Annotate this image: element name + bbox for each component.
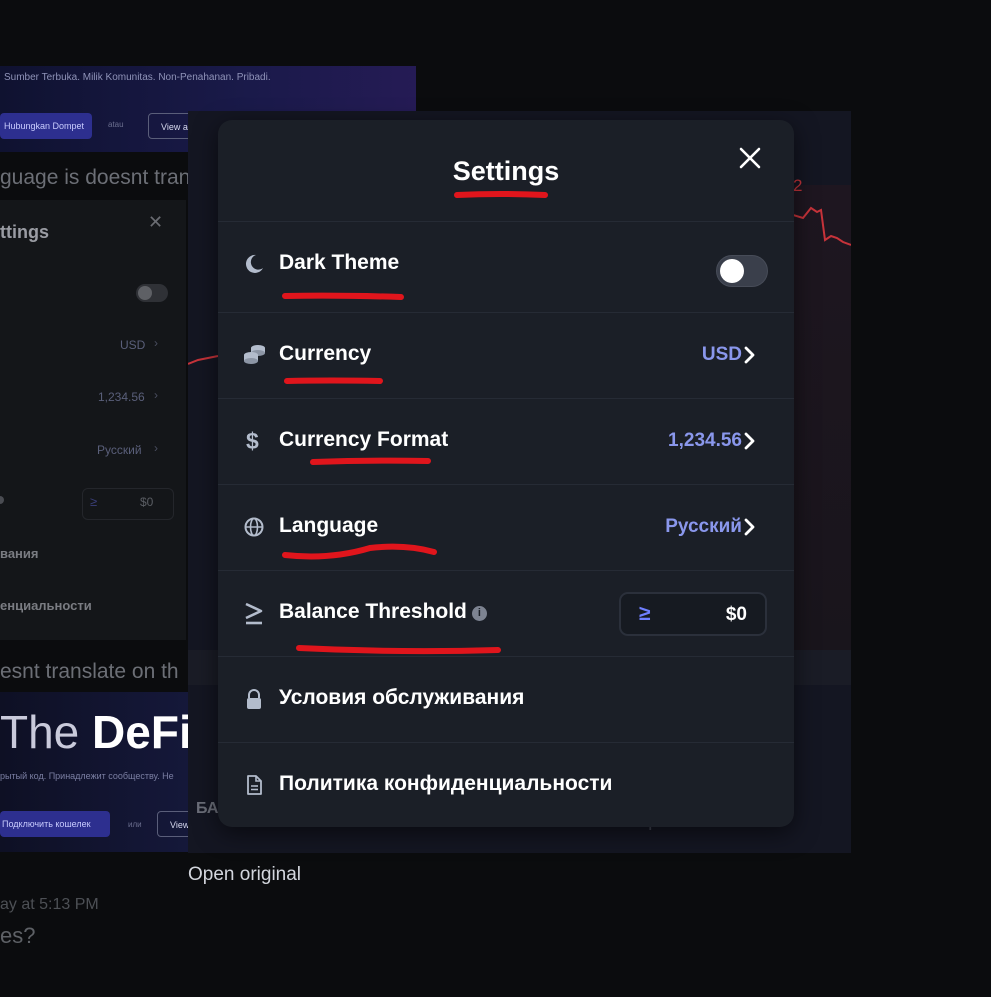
chevron-right-icon [743, 517, 757, 537]
top-bar [0, 0, 991, 62]
message-timestamp: ay at 5:13 PM [0, 896, 99, 913]
connect-wallet-button-ru[interactable]: Подключить кошелек [0, 811, 110, 837]
setting-row-dark-theme[interactable]: Dark Theme [218, 221, 794, 306]
greater-equal-icon [243, 602, 265, 625]
background-privacy: енциальности [0, 598, 92, 613]
setting-label: Dark Theme [279, 251, 400, 274]
background-terms: вания [0, 546, 39, 561]
background-format-value: 1,234.56 [98, 390, 145, 404]
setting-label: Language [279, 514, 379, 537]
globe-icon [243, 516, 265, 538]
currency-format-value: 1,234.56 [668, 430, 742, 451]
hero-title-light: The [0, 706, 93, 758]
settings-modal: Settings Dark Theme Currency USD $ Curre… [218, 120, 794, 827]
dollar-icon: $ [246, 428, 259, 454]
chat-message: esnt translate on th [0, 660, 179, 683]
background-chevron-icon: › [154, 441, 158, 455]
chat-message: es? [0, 923, 36, 948]
threshold-input[interactable]: ≥ $0 [619, 592, 767, 636]
preview-chart-line [793, 206, 851, 246]
document-icon [243, 774, 265, 796]
setting-row-terms[interactable]: Условия обслуживания [218, 656, 794, 741]
background-chevron-icon: › [154, 388, 158, 402]
background-settings-panel [0, 200, 186, 640]
modal-title: Settings [452, 156, 560, 186]
open-original-link[interactable]: Open original [188, 864, 301, 886]
chevron-right-icon [743, 431, 757, 451]
lock-icon [243, 688, 265, 710]
setting-label: Balance Threshold i [279, 600, 487, 624]
dark-theme-toggle[interactable] [716, 255, 768, 287]
setting-label: Currency [279, 342, 372, 365]
setting-row-currency-format[interactable]: $ Currency Format 1,234.56 [218, 398, 794, 483]
setting-label: Условия обслуживания [279, 686, 525, 709]
preview-chart-line-left [188, 355, 219, 365]
background-chevron-icon: › [154, 336, 158, 350]
setting-row-privacy[interactable]: Политика конфиденциальности [218, 742, 794, 827]
coins-icon [243, 344, 265, 366]
setting-label-text: Balance Threshold [279, 600, 467, 623]
setting-row-currency[interactable]: Currency USD [218, 312, 794, 397]
preview-label-left: БА [196, 800, 219, 817]
banner-text: Sumber Terbuka. Milik Komunitas. Non-Pen… [4, 72, 271, 83]
background-currency-value: USD [120, 338, 146, 352]
setting-row-balance-threshold: Balance Threshold i ≥ $0 [218, 570, 794, 655]
background-toggle [136, 284, 168, 302]
chevron-right-icon [743, 345, 757, 365]
moon-icon [243, 253, 265, 275]
setting-label: Currency Format [279, 428, 449, 451]
connect-wallet-button[interactable]: Hubungkan Dompet [0, 113, 92, 139]
background-ge-icon: ≥ [90, 494, 98, 509]
toggle-knob [720, 259, 744, 283]
hero-title-bold: DeFi [92, 706, 192, 758]
preview-chart-number: 2 [793, 176, 803, 195]
or-text-ru: или [128, 820, 142, 829]
setting-label: Политика конфиденциальности [279, 772, 613, 795]
info-icon[interactable]: i [471, 606, 487, 621]
language-value: Русский [665, 516, 742, 537]
background-language-value: Русский [97, 443, 142, 457]
hero-title: The DeFi [0, 705, 192, 759]
hero-subtitle: рытый код. Принадлежит сообществу. Не [0, 771, 174, 781]
threshold-symbol: ≥ [639, 602, 651, 625]
close-icon[interactable] [738, 146, 762, 170]
threshold-value: $0 [725, 604, 747, 625]
chat-message: guage is doesnt tran [0, 166, 191, 189]
background-threshold-value: $0 [140, 495, 154, 509]
background-close-icon: ✕ [148, 212, 164, 232]
background-settings-title: ttings [0, 222, 49, 242]
currency-value: USD [701, 344, 742, 365]
setting-row-language[interactable]: Language Русский [218, 484, 794, 569]
or-text: atau [108, 120, 124, 129]
